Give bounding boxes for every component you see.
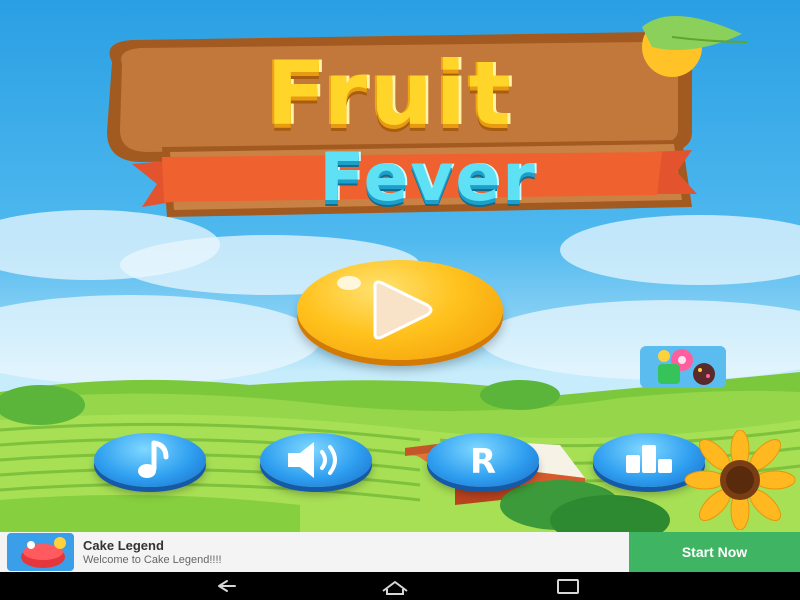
- music-toggle-button[interactable]: [94, 433, 206, 487]
- back-button[interactable]: [205, 576, 245, 596]
- rate-button[interactable]: R: [427, 433, 539, 487]
- ad-title: Cake Legend: [83, 538, 164, 553]
- logo-title-fruit: Fruit: [266, 42, 514, 145]
- game-promo-art: [640, 346, 726, 388]
- ad-app-icon[interactable]: [7, 533, 74, 571]
- recent-apps-button[interactable]: [548, 576, 588, 596]
- game-promo-icon[interactable]: [640, 346, 726, 388]
- back-icon: [218, 580, 236, 592]
- home-button[interactable]: [375, 576, 415, 596]
- game-scene: Fruit Fever R: [0, 0, 800, 532]
- play-button[interactable]: [297, 260, 503, 360]
- cake-legend-icon: [7, 533, 74, 571]
- button-shine: [337, 276, 361, 290]
- recent-apps-icon: [557, 579, 579, 594]
- sound-toggle-button[interactable]: [260, 433, 372, 487]
- rate-icon: R: [470, 442, 496, 482]
- speaker-icon: [288, 442, 337, 478]
- game-logo: Fruit Fever: [52, 12, 752, 227]
- ad-subtitle: Welcome to Cake Legend!!!!: [83, 554, 222, 566]
- ad-banner[interactable]: Cake Legend Welcome to Cake Legend!!!! S…: [0, 532, 800, 572]
- rate-letter: R: [470, 442, 496, 482]
- logo-title-fever: Fever: [319, 139, 537, 216]
- music-note-icon: [138, 440, 169, 478]
- system-navigation-bar: [0, 572, 800, 600]
- play-icon: [373, 280, 433, 340]
- home-icon: [382, 581, 408, 595]
- sunflower-decoration: [684, 430, 796, 530]
- ad-start-now-button[interactable]: Start Now: [629, 532, 800, 572]
